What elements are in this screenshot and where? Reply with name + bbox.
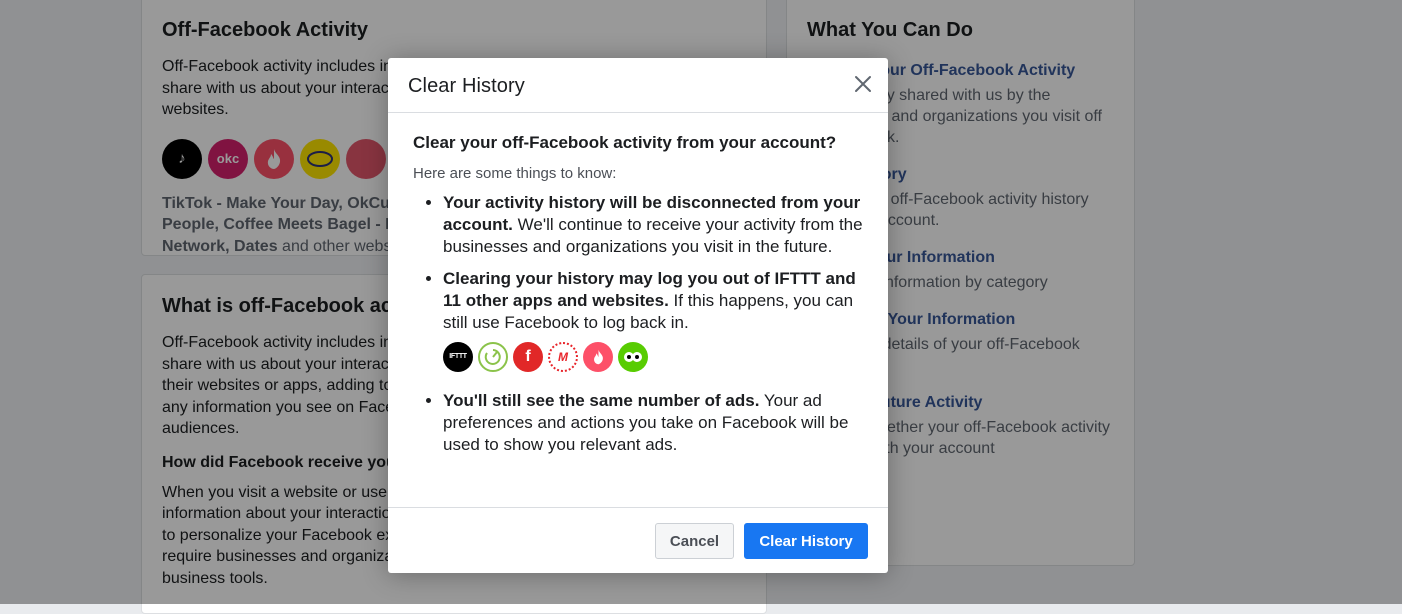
- timer-app-icon[interactable]: [478, 342, 508, 372]
- close-icon: [855, 76, 871, 92]
- flipboard-icon[interactable]: f: [513, 342, 543, 372]
- dialog-title: Clear History: [408, 75, 525, 97]
- duolingo-icon[interactable]: [618, 342, 648, 372]
- list-item: Your activity history will be disconnect…: [443, 192, 863, 258]
- list-item: Clearing your history may log you out of…: [443, 268, 863, 372]
- tinder-icon[interactable]: [583, 342, 613, 372]
- dialog-body: Clear your off-Facebook activity from yo…: [388, 113, 888, 456]
- affected-apps-icons: IFTTT f M: [443, 342, 863, 372]
- close-button[interactable]: [852, 73, 874, 95]
- cancel-button[interactable]: Cancel: [655, 523, 734, 559]
- dialog-footer: Cancel Clear History: [388, 507, 888, 573]
- marvel-app-icon[interactable]: M: [548, 342, 578, 372]
- ifttt-icon[interactable]: IFTTT: [443, 342, 473, 372]
- dialog-intro: Here are some things to know:: [413, 165, 617, 182]
- list-item: You'll still see the same number of ads.…: [443, 390, 863, 456]
- dialog-header: Clear History: [388, 58, 888, 113]
- dialog-question: Clear your off-Facebook activity from yo…: [413, 133, 837, 152]
- clear-history-dialog: Clear History Clear your off-Facebook ac…: [388, 58, 888, 573]
- clear-history-button[interactable]: Clear History: [744, 523, 868, 559]
- points-list: Your activity history will be disconnect…: [413, 192, 863, 456]
